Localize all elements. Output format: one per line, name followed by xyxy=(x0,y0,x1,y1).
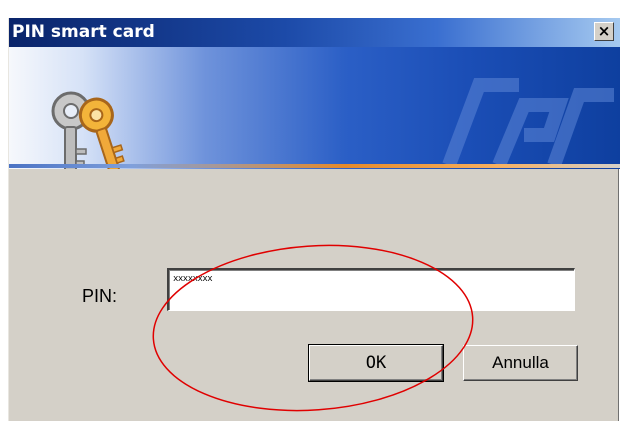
pin-label: PIN: xyxy=(82,286,118,306)
title-bar[interactable]: PIN smart card × xyxy=(9,18,620,47)
ok-button-label: OK xyxy=(365,353,387,373)
window-title: PIN smart card xyxy=(12,22,155,42)
cancel-button-label: Annulla xyxy=(492,353,549,372)
banner-watermark-icon xyxy=(442,78,614,168)
keys-icon xyxy=(51,91,125,169)
close-button[interactable]: × xyxy=(594,22,614,41)
header-banner xyxy=(9,47,620,169)
pin-dialog: PIN smart card × PIN: xxxxxxxx OK Annull… xyxy=(8,18,620,421)
close-icon: × xyxy=(597,22,611,40)
cancel-button[interactable]: Annulla xyxy=(463,345,578,381)
ok-button[interactable]: OK xyxy=(308,344,444,382)
banner-divider xyxy=(9,164,620,168)
pin-input[interactable]: xxxxxxxx xyxy=(167,268,575,311)
